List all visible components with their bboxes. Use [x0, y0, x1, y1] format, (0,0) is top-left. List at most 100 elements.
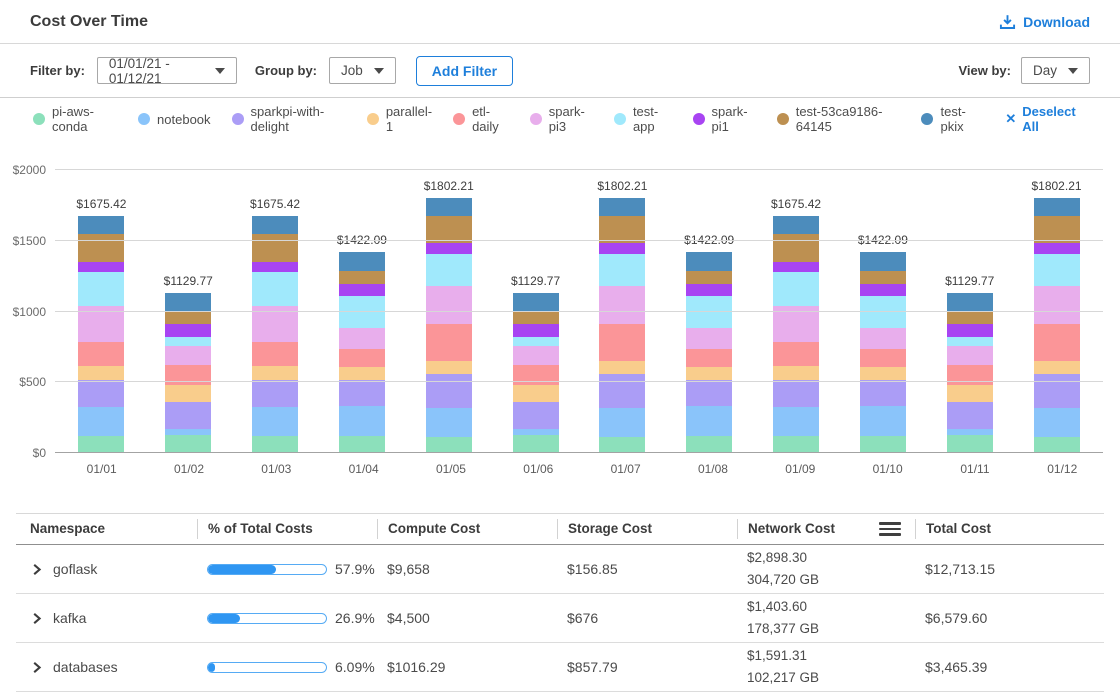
legend-item[interactable]: etl-daily	[453, 104, 509, 134]
bar-segment[interactable]	[599, 243, 645, 254]
bar-segment[interactable]	[426, 437, 472, 453]
bar-segment[interactable]	[78, 342, 124, 366]
bar-segment[interactable]	[773, 216, 819, 234]
bar-segment[interactable]	[165, 429, 211, 436]
bar-segment[interactable]	[426, 324, 472, 361]
bar-segment[interactable]	[773, 272, 819, 306]
bar-segment[interactable]	[1034, 361, 1080, 375]
bar-segment[interactable]	[686, 380, 732, 406]
bar-segment[interactable]	[1034, 374, 1080, 407]
bar-segment[interactable]	[773, 380, 819, 407]
bar-segment[interactable]	[773, 234, 819, 262]
bar-column[interactable]: $1675.42	[78, 216, 124, 453]
table-row[interactable]: goflask57.9%$9,658$156.85$2,898.30304,72…	[16, 545, 1104, 594]
bar-segment[interactable]	[947, 324, 993, 337]
bar-segment[interactable]	[426, 198, 472, 215]
bar-segment[interactable]	[686, 436, 732, 453]
bar-segment[interactable]	[860, 284, 906, 296]
bar-segment[interactable]	[339, 349, 385, 367]
bar-segment[interactable]	[773, 366, 819, 381]
bar-segment[interactable]	[599, 198, 645, 215]
bar-segment[interactable]	[252, 262, 298, 272]
bar-segment[interactable]	[513, 324, 559, 337]
bar-segment[interactable]	[686, 367, 732, 380]
bar-segment[interactable]	[426, 361, 472, 375]
bar-segment[interactable]	[513, 435, 559, 453]
bar-segment[interactable]	[252, 216, 298, 234]
bar-segment[interactable]	[860, 328, 906, 349]
bar-segment[interactable]	[252, 342, 298, 366]
bar-segment[interactable]	[513, 312, 559, 324]
bar-column[interactable]: $1675.42	[773, 216, 819, 453]
chevron-right-icon[interactable]	[30, 612, 43, 625]
bar-segment[interactable]	[1034, 198, 1080, 215]
bar-segment[interactable]	[339, 406, 385, 436]
bar-segment[interactable]	[78, 436, 124, 453]
bar-segment[interactable]	[599, 374, 645, 407]
table-row[interactable]: kafka26.9%$4,500$676$1,403.60178,377 GB$…	[16, 594, 1104, 643]
bar-segment[interactable]	[165, 337, 211, 346]
bar-segment[interactable]	[947, 346, 993, 365]
bar-segment[interactable]	[339, 296, 385, 328]
bar-segment[interactable]	[252, 272, 298, 306]
bar-segment[interactable]	[426, 254, 472, 287]
bar-segment[interactable]	[165, 385, 211, 402]
bar-segment[interactable]	[686, 271, 732, 285]
bar-segment[interactable]	[686, 296, 732, 328]
legend-item[interactable]: sparkpi-with-delight	[232, 104, 346, 134]
bar-segment[interactable]	[513, 385, 559, 402]
bar-segment[interactable]	[78, 366, 124, 381]
bar-column[interactable]: $1129.77	[165, 293, 211, 453]
bar-segment[interactable]	[339, 328, 385, 349]
date-range-dropdown[interactable]: 01/01/21 - 01/12/21	[97, 57, 237, 84]
bar-segment[interactable]	[339, 252, 385, 271]
bar-column[interactable]: $1422.09	[860, 252, 906, 453]
bar-column[interactable]: $1422.09	[686, 252, 732, 453]
bar-column[interactable]: $1675.42	[252, 216, 298, 453]
chevron-right-icon[interactable]	[30, 661, 43, 674]
bar-segment[interactable]	[78, 234, 124, 262]
bar-segment[interactable]	[513, 346, 559, 365]
bar-segment[interactable]	[686, 406, 732, 436]
bar-segment[interactable]	[339, 271, 385, 285]
bar-segment[interactable]	[1034, 324, 1080, 361]
bar-segment[interactable]	[599, 437, 645, 453]
bar-column[interactable]: $1129.77	[947, 293, 993, 453]
bar-segment[interactable]	[773, 342, 819, 366]
bar-segment[interactable]	[947, 312, 993, 324]
bar-segment[interactable]	[1034, 243, 1080, 254]
legend-item[interactable]: parallel-1	[367, 104, 432, 134]
bar-segment[interactable]	[599, 254, 645, 287]
deselect-all-button[interactable]: ✕ Deselect All	[1005, 104, 1087, 134]
bar-segment[interactable]	[860, 271, 906, 285]
bar-segment[interactable]	[599, 286, 645, 324]
bar-segment[interactable]	[78, 407, 124, 436]
bar-segment[interactable]	[165, 435, 211, 453]
bar-segment[interactable]	[860, 436, 906, 453]
table-row[interactable]: databases6.09%$1016.29$857.79$1,591.3110…	[16, 643, 1104, 692]
bar-segment[interactable]	[252, 436, 298, 453]
bar-segment[interactable]	[252, 234, 298, 262]
bar-segment[interactable]	[686, 252, 732, 271]
bar-segment[interactable]	[513, 429, 559, 436]
bar-segment[interactable]	[860, 349, 906, 367]
bar-segment[interactable]	[599, 324, 645, 361]
bar-column[interactable]: $1422.09	[339, 252, 385, 453]
add-filter-button[interactable]: Add Filter	[416, 56, 513, 86]
column-menu-icon[interactable]	[877, 520, 903, 538]
bar-segment[interactable]	[599, 361, 645, 375]
bar-segment[interactable]	[686, 284, 732, 296]
bar-segment[interactable]	[599, 408, 645, 437]
view-by-dropdown[interactable]: Day	[1021, 57, 1090, 84]
bar-column[interactable]: $1802.21	[599, 198, 645, 453]
bar-segment[interactable]	[339, 284, 385, 296]
bar-segment[interactable]	[165, 293, 211, 312]
bar-segment[interactable]	[339, 380, 385, 406]
bar-segment[interactable]	[78, 272, 124, 306]
bar-segment[interactable]	[860, 406, 906, 436]
bar-segment[interactable]	[165, 346, 211, 365]
bar-segment[interactable]	[165, 324, 211, 337]
bar-segment[interactable]	[947, 429, 993, 436]
bar-segment[interactable]	[78, 380, 124, 407]
bar-segment[interactable]	[78, 216, 124, 234]
